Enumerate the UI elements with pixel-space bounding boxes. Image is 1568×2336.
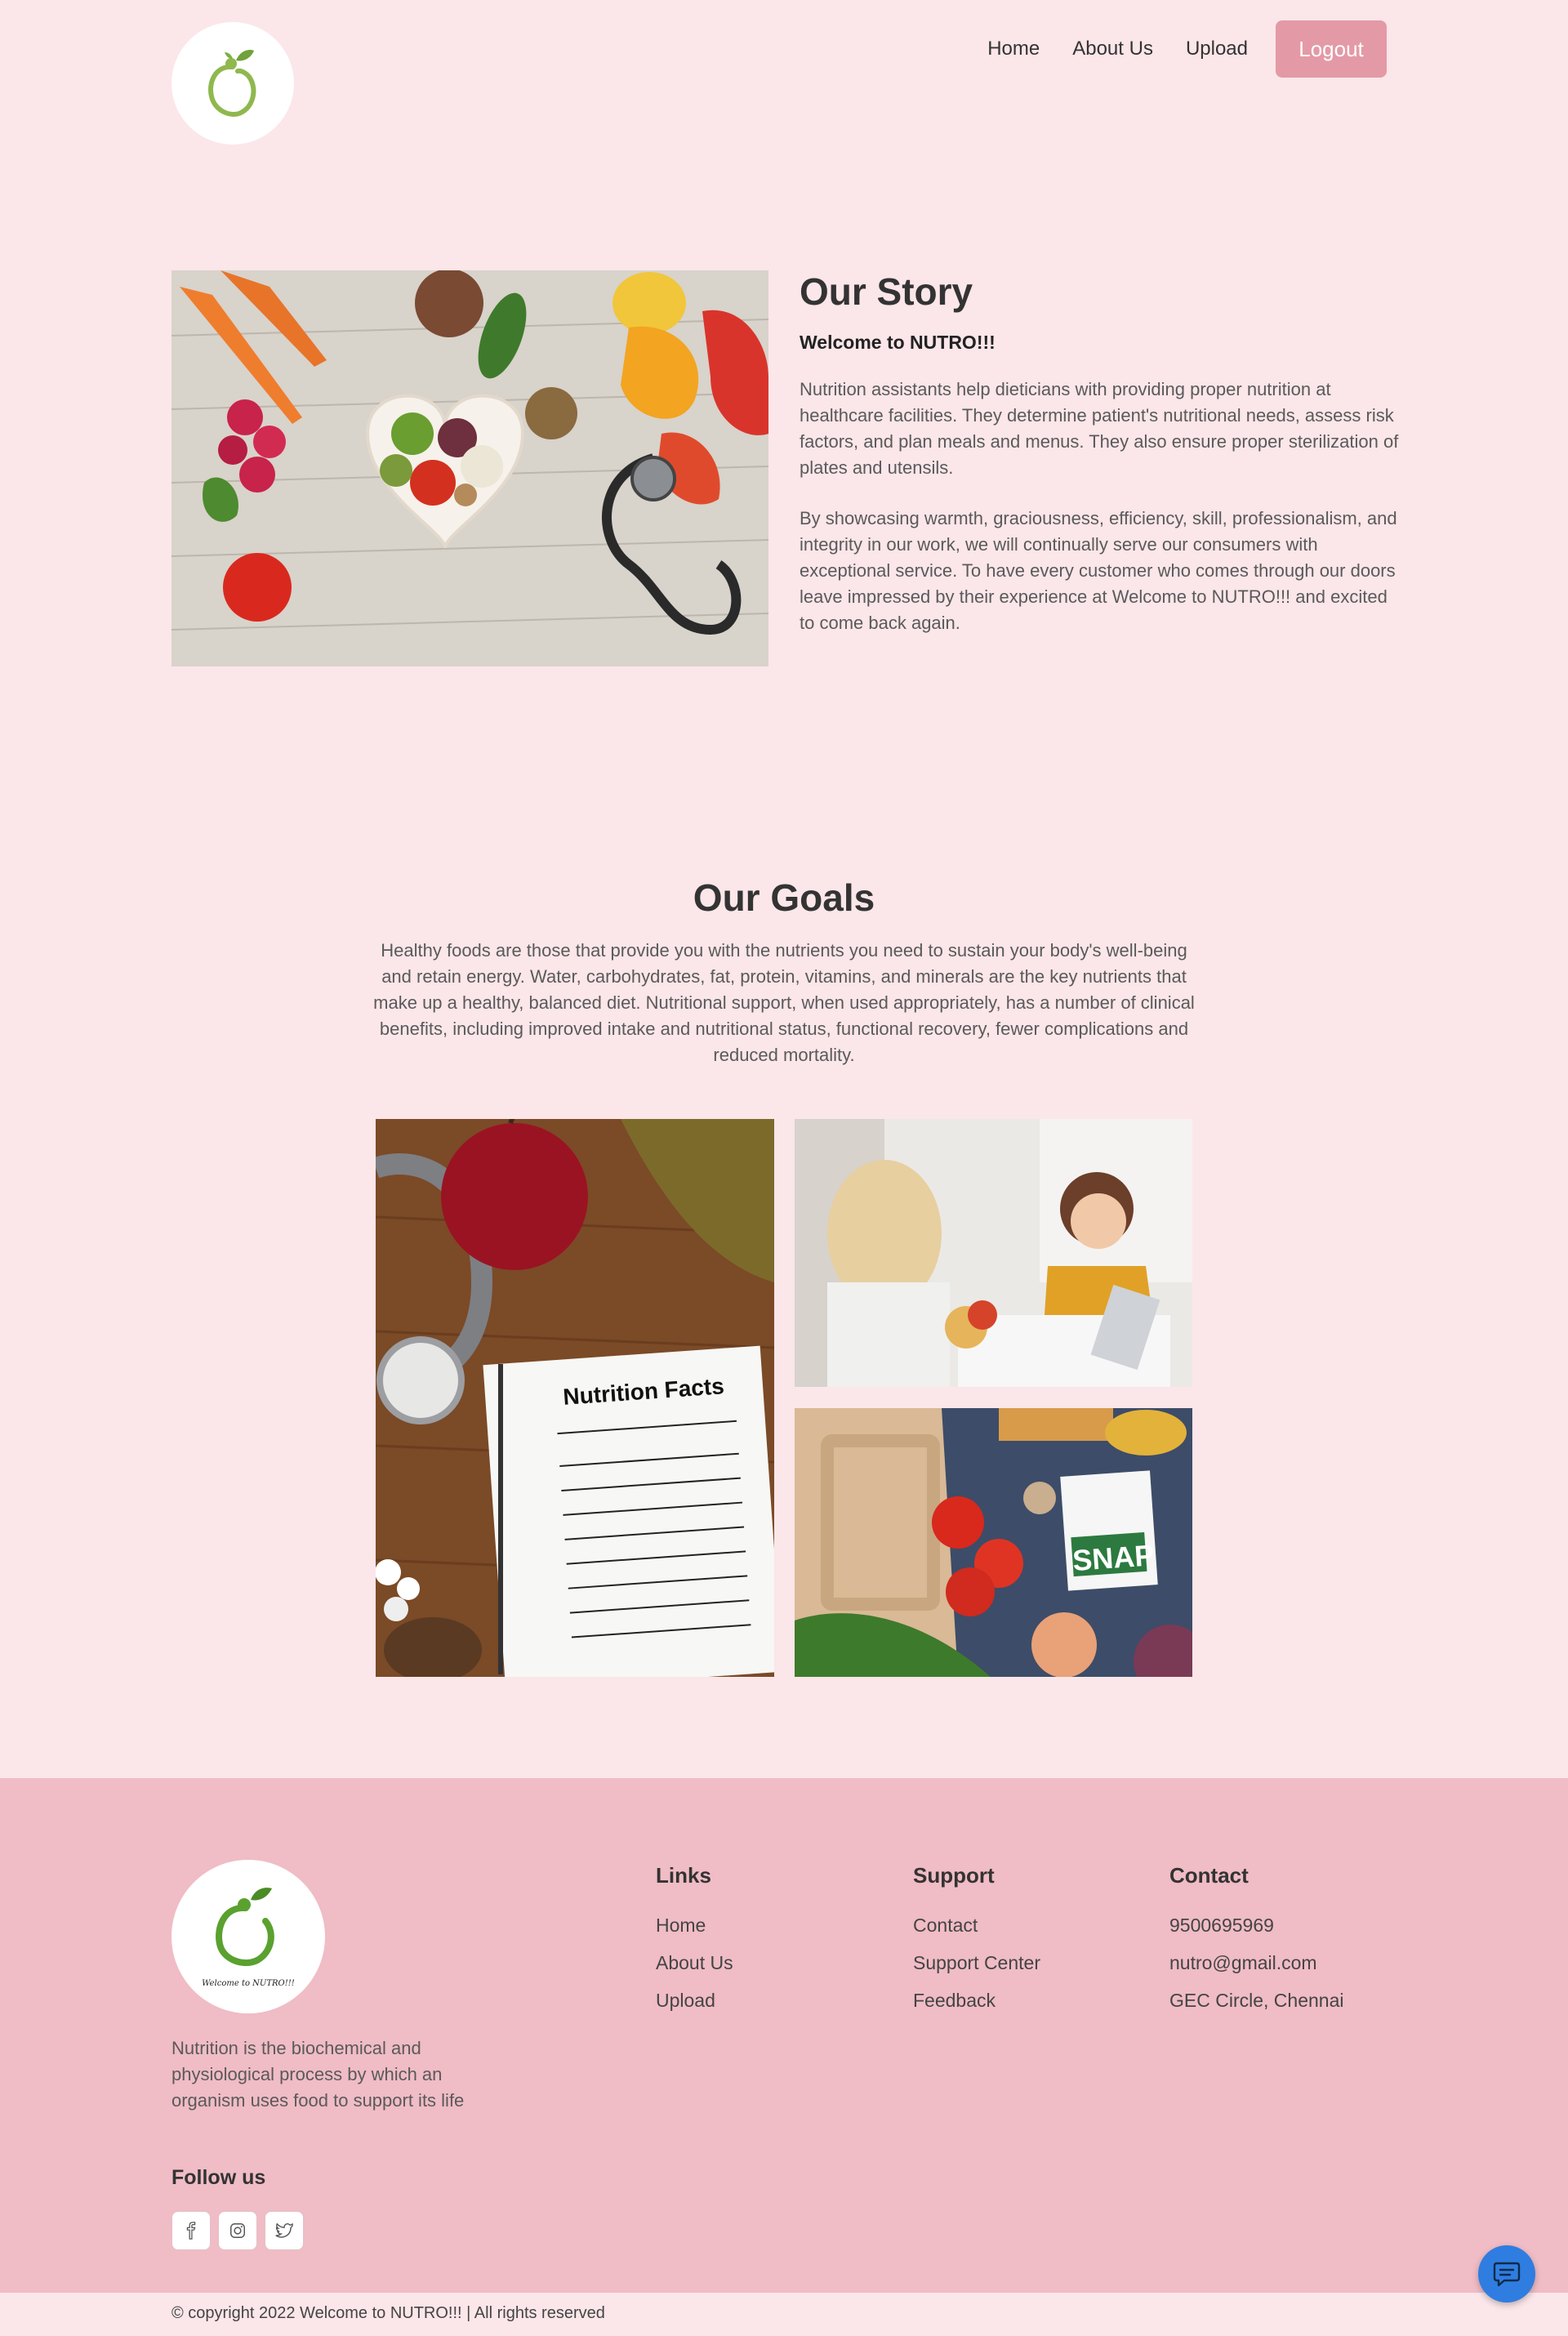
footer-links-title: Links	[656, 1863, 711, 1888]
follow-us-title: Follow us	[172, 2166, 266, 2189]
our-goals-paragraph: Healthy foods are those that provide you…	[373, 940, 1195, 1065]
copyright-text: © copyright 2022 Welcome to NUTRO!!! | A…	[172, 2304, 605, 2322]
our-story-section: Our Story Welcome to NUTRO!!! Nutrition …	[800, 270, 1400, 661]
snap-groceries-photo: SNAP	[795, 1408, 1192, 1677]
site-header: Home About Us Upload Logout	[0, 0, 1568, 163]
our-story-title: Our Story	[800, 270, 973, 313]
footer-contact-title: Contact	[1169, 1863, 1249, 1888]
social-links	[172, 2211, 311, 2250]
dietician-consultation-image	[795, 1119, 1192, 1387]
footer-links-column: Links Home About Us Upload	[656, 1863, 733, 2027]
nav-upload[interactable]: Upload	[1186, 38, 1248, 60]
logout-button[interactable]: Logout	[1276, 20, 1387, 78]
our-story-subtitle: Welcome to NUTRO!!!	[800, 332, 996, 353]
footer-description: Nutrition is the biochemical and physiol…	[172, 2038, 465, 2111]
footer-support-title: Support	[913, 1863, 995, 1888]
chat-button[interactable]	[1478, 2245, 1535, 2303]
snap-groceries-image: SNAP	[795, 1408, 1192, 1677]
healthy-food-heart-bowl-image	[172, 270, 768, 666]
twitter-link[interactable]	[265, 2211, 304, 2250]
snap-logo-text: SNAP	[1071, 1538, 1156, 1577]
footer-link-about-us[interactable]: About Us	[656, 1952, 733, 1974]
footer-link-home[interactable]: Home	[656, 1915, 733, 1937]
contact-address: GEC Circle, Chennai	[1169, 1990, 1344, 2011]
nutrition-facts-photo: Nutrition Facts	[376, 1119, 774, 1677]
footer-link-upload[interactable]: Upload	[656, 1990, 733, 2012]
facebook-icon	[186, 2222, 196, 2240]
twitter-icon	[275, 2222, 293, 2238]
site-footer: Welcome to NUTRO!!! Nutrition is the bio…	[0, 1778, 1568, 2336]
facebook-link[interactable]	[172, 2211, 211, 2250]
our-story-paragraph-1: Nutrition assistants help dieticians wit…	[800, 379, 1399, 478]
dietician-consultation-photo	[795, 1119, 1192, 1387]
apple-logo-icon	[208, 50, 256, 117]
instagram-icon	[230, 2223, 245, 2238]
contact-phone: 9500695969	[1169, 1915, 1274, 1936]
footer-logo[interactable]: Welcome to NUTRO!!!	[172, 1860, 325, 2013]
footer-link-feedback[interactable]: Feedback	[913, 1990, 1040, 2012]
footer-support-column: Support Contact Support Center Feedback	[913, 1863, 1040, 2027]
our-story-paragraph-2: By showcasing warmth, graciousness, effi…	[800, 508, 1397, 633]
contact-email[interactable]: nutro@gmail.com	[1169, 1952, 1343, 1974]
footer-logo-text: Welcome to NUTRO!!!	[202, 1979, 295, 1988]
nav-about-us[interactable]: About Us	[1072, 38, 1153, 60]
footer-link-support-center[interactable]: Support Center	[913, 1952, 1040, 1974]
apple-logo-icon: Welcome to NUTRO!!!	[202, 1888, 295, 1988]
nutrition-facts-image: Nutrition Facts	[376, 1119, 774, 1677]
copyright-bar: © copyright 2022 Welcome to NUTRO!!! | A…	[0, 2293, 1568, 2336]
main-nav: Home About Us Upload Logout	[955, 20, 1387, 78]
site-logo[interactable]	[172, 22, 294, 145]
chat-bubble-icon	[1493, 2262, 1521, 2287]
nav-home[interactable]: Home	[987, 38, 1040, 60]
our-goals-title: Our Goals	[693, 876, 875, 919]
footer-link-contact[interactable]: Contact	[913, 1915, 1040, 1937]
story-image	[172, 270, 768, 666]
instagram-link[interactable]	[218, 2211, 257, 2250]
footer-contact-column: Contact 9500695969 nutro@gmail.com GEC C…	[1169, 1863, 1343, 2027]
